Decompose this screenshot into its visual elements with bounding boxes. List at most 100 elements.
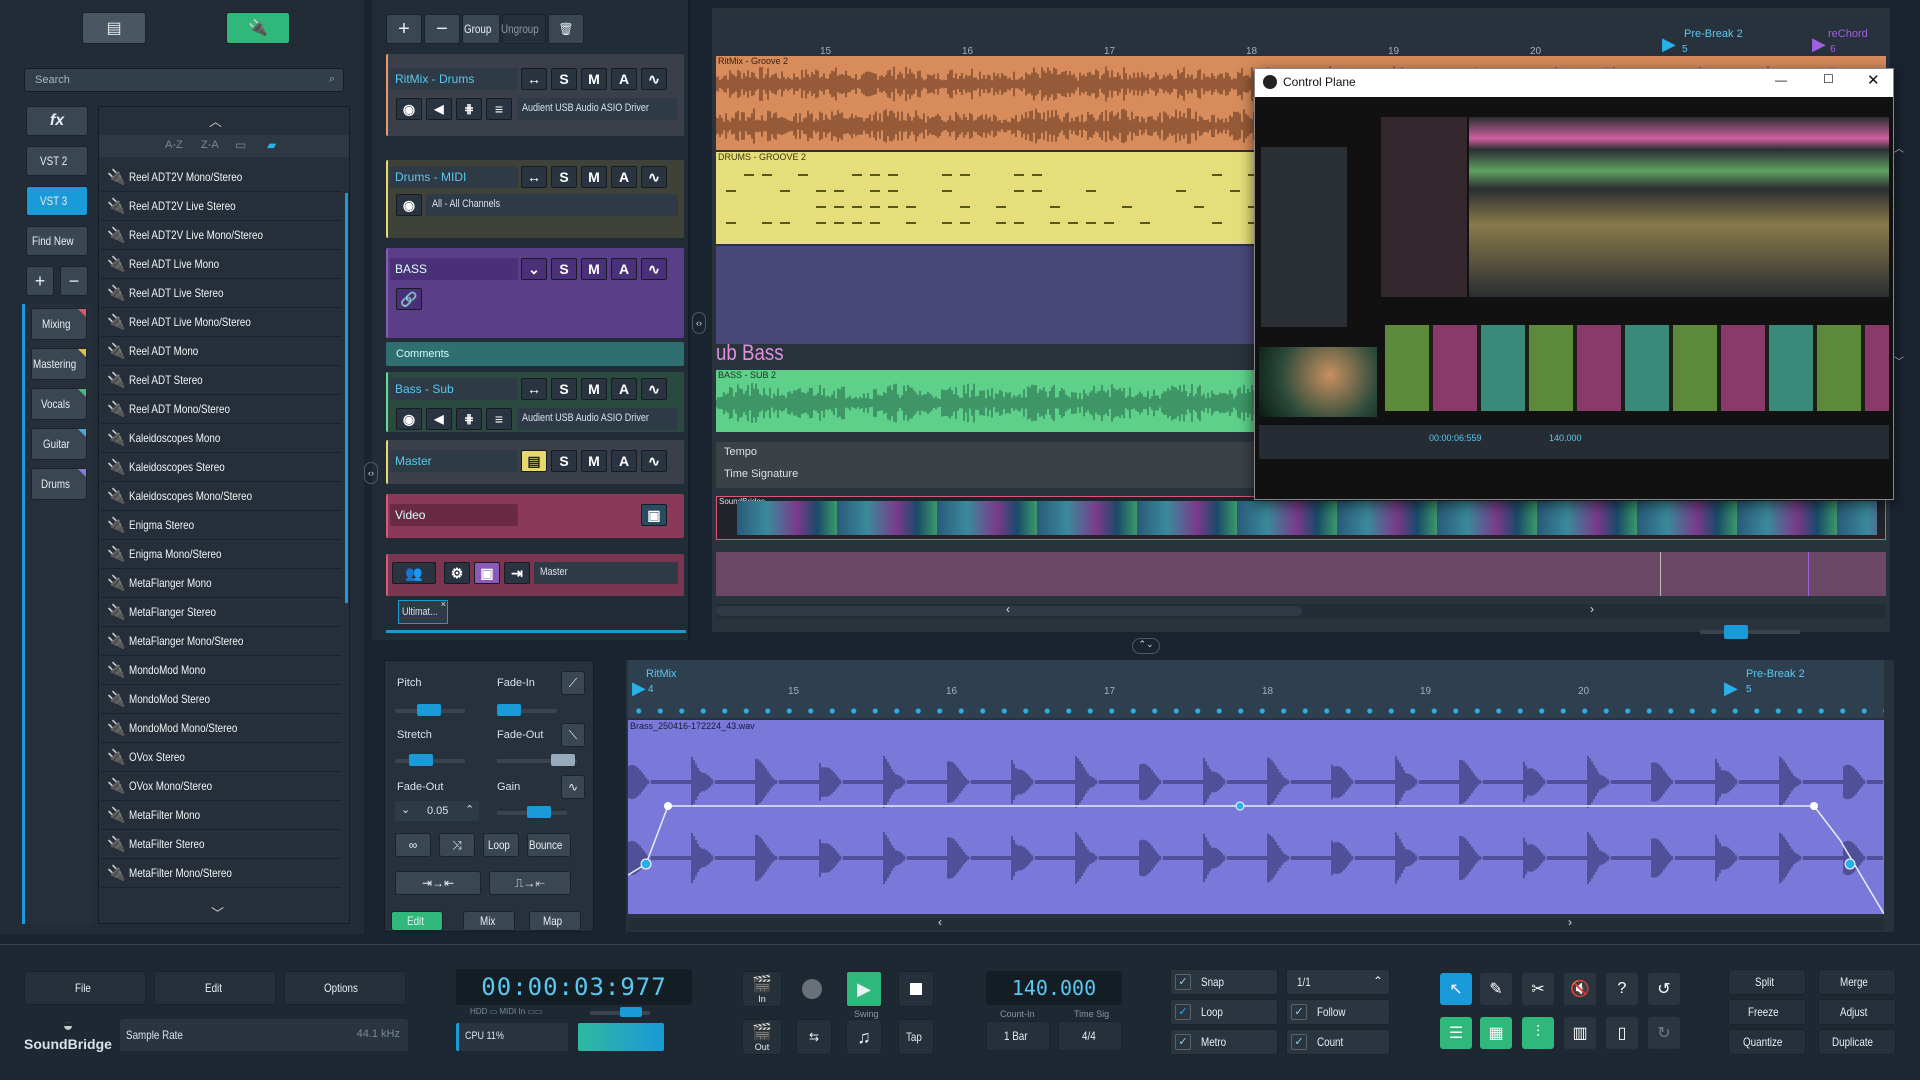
mute-button[interactable]: M — [581, 68, 607, 90]
add-category-button[interactable]: + — [26, 266, 54, 296]
plugin-list-item[interactable]: 🔌 Enigma Mono/Stereo — [101, 540, 341, 569]
automation-button[interactable]: A — [611, 378, 637, 400]
plugin-list-item[interactable]: 🔌 Kaleidoscopes Stereo — [101, 453, 341, 482]
envelope-button[interactable]: ∿ — [641, 258, 667, 280]
pitch-slider[interactable] — [395, 704, 465, 716]
close-icon[interactable]: × — [441, 599, 446, 609]
track-tab[interactable]: Ultimat... × — [398, 599, 448, 624]
link-button[interactable]: 🔗 — [396, 288, 422, 310]
add-track-button[interactable]: + — [386, 14, 422, 44]
plugin-list-item[interactable]: 🔌 Kaleidoscopes Mono — [101, 424, 341, 453]
plugin-list-item[interactable]: 🔌 MetaFlanger Mono — [101, 569, 341, 598]
remote-button[interactable]: ▯ — [1606, 1017, 1638, 1049]
plugin-list-item[interactable]: 🔌 OVox Mono/Stereo — [101, 772, 341, 801]
remote-screen[interactable]: 00:00:06:559 140.000 — [1255, 97, 1893, 499]
tab-edit[interactable]: Edit — [391, 911, 443, 931]
solo-button[interactable]: S — [551, 68, 577, 90]
plugin-list-item[interactable]: 🔌 MondoMod Mono — [101, 656, 341, 685]
plugin-list-item[interactable]: 🔌 Reel ADT2V Live Mono/Stereo — [101, 221, 341, 250]
plugin-list-item[interactable]: 🔌 MetaFilter Stereo — [101, 830, 341, 859]
automation-button[interactable]: A — [611, 166, 637, 188]
plugin-list-item[interactable]: 🔌 Enigma Stereo — [101, 511, 341, 540]
find-new-button[interactable]: Find New — [26, 226, 88, 256]
track-bass-sub[interactable]: Bass - Sub ↔ S M A ∿ ◉ ◀ ⋕ ≡ Audient USB… — [386, 372, 684, 432]
input-button[interactable]: ⋕ — [456, 408, 482, 430]
plugin-list-item[interactable]: 🔌 Kaleidoscopes Mono/Stereo — [101, 482, 341, 511]
plugin-view-button[interactable]: 🔌 — [226, 12, 290, 44]
options-menu[interactable]: Options — [284, 971, 406, 1005]
edit-menu[interactable]: Edit — [154, 971, 276, 1005]
track-name[interactable]: Drums - MIDI — [390, 166, 518, 188]
track-master-bus[interactable]: 👥 ⚙ ▣ ⇥ Master — [386, 554, 684, 596]
count-in-select[interactable]: 1 Bar — [986, 1021, 1050, 1051]
output-select[interactable]: Master — [534, 562, 678, 584]
record-button[interactable] — [802, 979, 822, 999]
pointer-tool[interactable]: ↖ — [1440, 973, 1472, 1005]
plugin-list-item[interactable]: 🔌 MetaFlanger Mono/Stereo — [101, 627, 341, 656]
plugin-list-item[interactable]: 🔌 Reel ADT Mono — [101, 337, 341, 366]
expand-handle[interactable]: ‹› — [692, 312, 706, 334]
group-button[interactable]: Group — [462, 14, 500, 44]
output-button[interactable]: ⇥ — [504, 562, 530, 584]
ungroup-button[interactable]: Ungroup — [501, 14, 546, 44]
expand-button[interactable]: ⌄ — [521, 258, 547, 280]
mixer-view-button[interactable]: ▦ — [1480, 1017, 1512, 1049]
vst3-button[interactable]: VST 3 — [26, 186, 88, 216]
normalize-button[interactable]: ⎍→⇤ — [489, 871, 571, 895]
fade-in-curve-button[interactable]: ⟋ — [561, 671, 585, 695]
monitor-button[interactable]: ◀ — [426, 408, 452, 430]
piano-roll-button[interactable]: ▥ — [1564, 1017, 1596, 1049]
envelope-button[interactable]: ∿ — [641, 166, 667, 188]
audio-device-select[interactable]: Audient USB Audio ASIO Driver — [518, 408, 678, 430]
stretch-thumb[interactable] — [409, 754, 433, 766]
solo-button[interactable]: S — [551, 450, 577, 472]
sort-za[interactable]: Z-A — [201, 139, 219, 151]
automation-button[interactable]: A — [611, 450, 637, 472]
mute-button[interactable]: M — [581, 258, 607, 280]
plugins-button[interactable]: ⚙ — [444, 562, 470, 584]
gain-envelope[interactable] — [628, 720, 1884, 914]
minimize-icon[interactable]: — — [1775, 73, 1787, 87]
track-comments[interactable]: Comments — [386, 342, 684, 366]
track-name[interactable]: Video — [390, 504, 518, 526]
editor-marker-flag-left[interactable]: ▶ — [632, 678, 646, 699]
loop-toggle[interactable]: ✓ Loop — [1170, 999, 1278, 1025]
zoom-thumb[interactable] — [1724, 625, 1748, 639]
grid-select[interactable]: 1/1 ⌃ — [1286, 969, 1390, 995]
snap-toggle[interactable]: ✓ Snap — [1170, 969, 1278, 995]
record-out-button[interactable]: 🎬 Out — [742, 1019, 782, 1055]
audio-device-select[interactable]: Audient USB Audio ASIO Driver — [518, 98, 678, 120]
merge-button[interactable]: Merge — [1818, 969, 1896, 995]
quantize-button[interactable]: Quantize — [1728, 1029, 1806, 1055]
plugin-list-item[interactable]: 🔌 MondoMod Stereo — [101, 685, 341, 714]
delete-track-button[interactable]: 🗑 — [548, 14, 584, 44]
scroll-right-icon[interactable]: › — [1568, 915, 1572, 929]
track-name[interactable]: RitMix - Drums — [390, 68, 518, 90]
file-menu[interactable]: File — [24, 971, 146, 1005]
sort-az[interactable]: A-Z — [165, 139, 183, 151]
increment-icon[interactable]: ⌃ — [465, 803, 474, 816]
loop-button[interactable]: Loop — [483, 833, 519, 857]
plugin-list-item[interactable]: 🔌 MetaFilter Mono — [101, 801, 341, 830]
editor-hscrollbar[interactable]: ‹ › — [628, 915, 1884, 930]
duplicate-button[interactable]: Duplicate — [1818, 1029, 1896, 1055]
shuffle-button[interactable]: ⤨ — [439, 833, 475, 857]
decrement-icon[interactable]: ⌄ — [401, 803, 410, 816]
midi-channel-select[interactable]: All - All Channels — [426, 194, 678, 216]
marker-flag-1[interactable]: ▶ — [1662, 34, 1676, 55]
fade-out-curve-button[interactable]: ⟍ — [561, 723, 585, 747]
zoom-slider[interactable] — [1700, 625, 1800, 639]
master-volume-slider[interactable] — [590, 1007, 650, 1017]
plugin-list-item[interactable]: 🔌 Reel ADT Live Mono/Stereo — [101, 308, 341, 337]
fade-in-thumb[interactable] — [497, 704, 521, 716]
marker-flag-2[interactable]: ▶ — [1812, 34, 1826, 55]
window-titlebar[interactable]: Control Plane — ☐ ✕ — [1255, 69, 1893, 97]
editor-view-button[interactable]: ⫶ — [1522, 1017, 1554, 1049]
vst2-button[interactable]: VST 2 — [26, 146, 88, 176]
scroll-up-button[interactable]: ︿ — [209, 111, 222, 130]
stretch-slider[interactable] — [395, 754, 465, 766]
routing-button[interactable]: ↔ — [521, 68, 547, 90]
time-display[interactable]: 00:00:03:977 — [456, 969, 692, 1005]
plugin-list-item[interactable]: 🔌 MetaFilter Mono/Stereo — [101, 859, 341, 888]
mute-button[interactable]: M — [581, 166, 607, 188]
